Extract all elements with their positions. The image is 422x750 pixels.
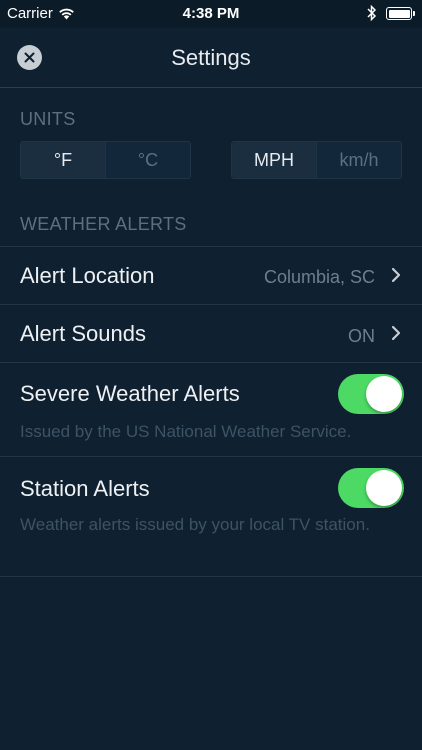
severe-weather-alerts-row: Severe Weather Alerts Issued by the US N… — [0, 362, 422, 456]
weather-alerts-section-header: WEATHER ALERTS — [20, 214, 187, 234]
bluetooth-icon — [367, 4, 377, 22]
chevron-right-icon — [391, 267, 401, 283]
unit-fahrenheit-option[interactable]: °F — [21, 142, 105, 178]
speed-unit-control: MPH km/h — [231, 141, 402, 179]
nav-bar: Settings — [0, 28, 422, 88]
unit-celsius-option[interactable]: °C — [105, 142, 190, 178]
alert-sounds-label: Alert Sounds — [20, 321, 146, 346]
station-alerts-toggle[interactable] — [338, 468, 404, 508]
page-title: Settings — [171, 45, 251, 70]
status-bar: Carrier 4:38 PM — [0, 0, 422, 28]
battery-icon — [386, 7, 415, 20]
unit-kmh-option[interactable]: km/h — [316, 142, 401, 178]
alert-sounds-row[interactable]: Alert Sounds ON — [0, 304, 422, 362]
list-bottom-divider — [0, 576, 422, 577]
alert-sounds-value: ON — [348, 326, 375, 346]
station-alerts-label: Station Alerts — [20, 476, 150, 501]
units-section-header: UNITS — [20, 109, 76, 129]
alert-location-row[interactable]: Alert Location Columbia, SC — [0, 246, 422, 304]
severe-weather-alerts-label: Severe Weather Alerts — [20, 381, 240, 406]
severe-weather-alerts-toggle[interactable] — [338, 374, 404, 414]
station-alerts-row: Station Alerts Weather alerts issued by … — [0, 456, 422, 576]
alert-location-value: Columbia, SC — [263, 267, 375, 287]
unit-mph-option[interactable]: MPH — [232, 142, 316, 178]
status-time: 4:38 PM — [182, 5, 240, 22]
severe-weather-alerts-description: Issued by the US National Weather Servic… — [20, 422, 352, 441]
chevron-right-icon — [391, 325, 401, 341]
station-alerts-description: Weather alerts issued by your local TV s… — [20, 515, 370, 534]
alert-location-label: Alert Location — [20, 263, 155, 288]
temperature-unit-control: °F °C — [20, 141, 191, 179]
